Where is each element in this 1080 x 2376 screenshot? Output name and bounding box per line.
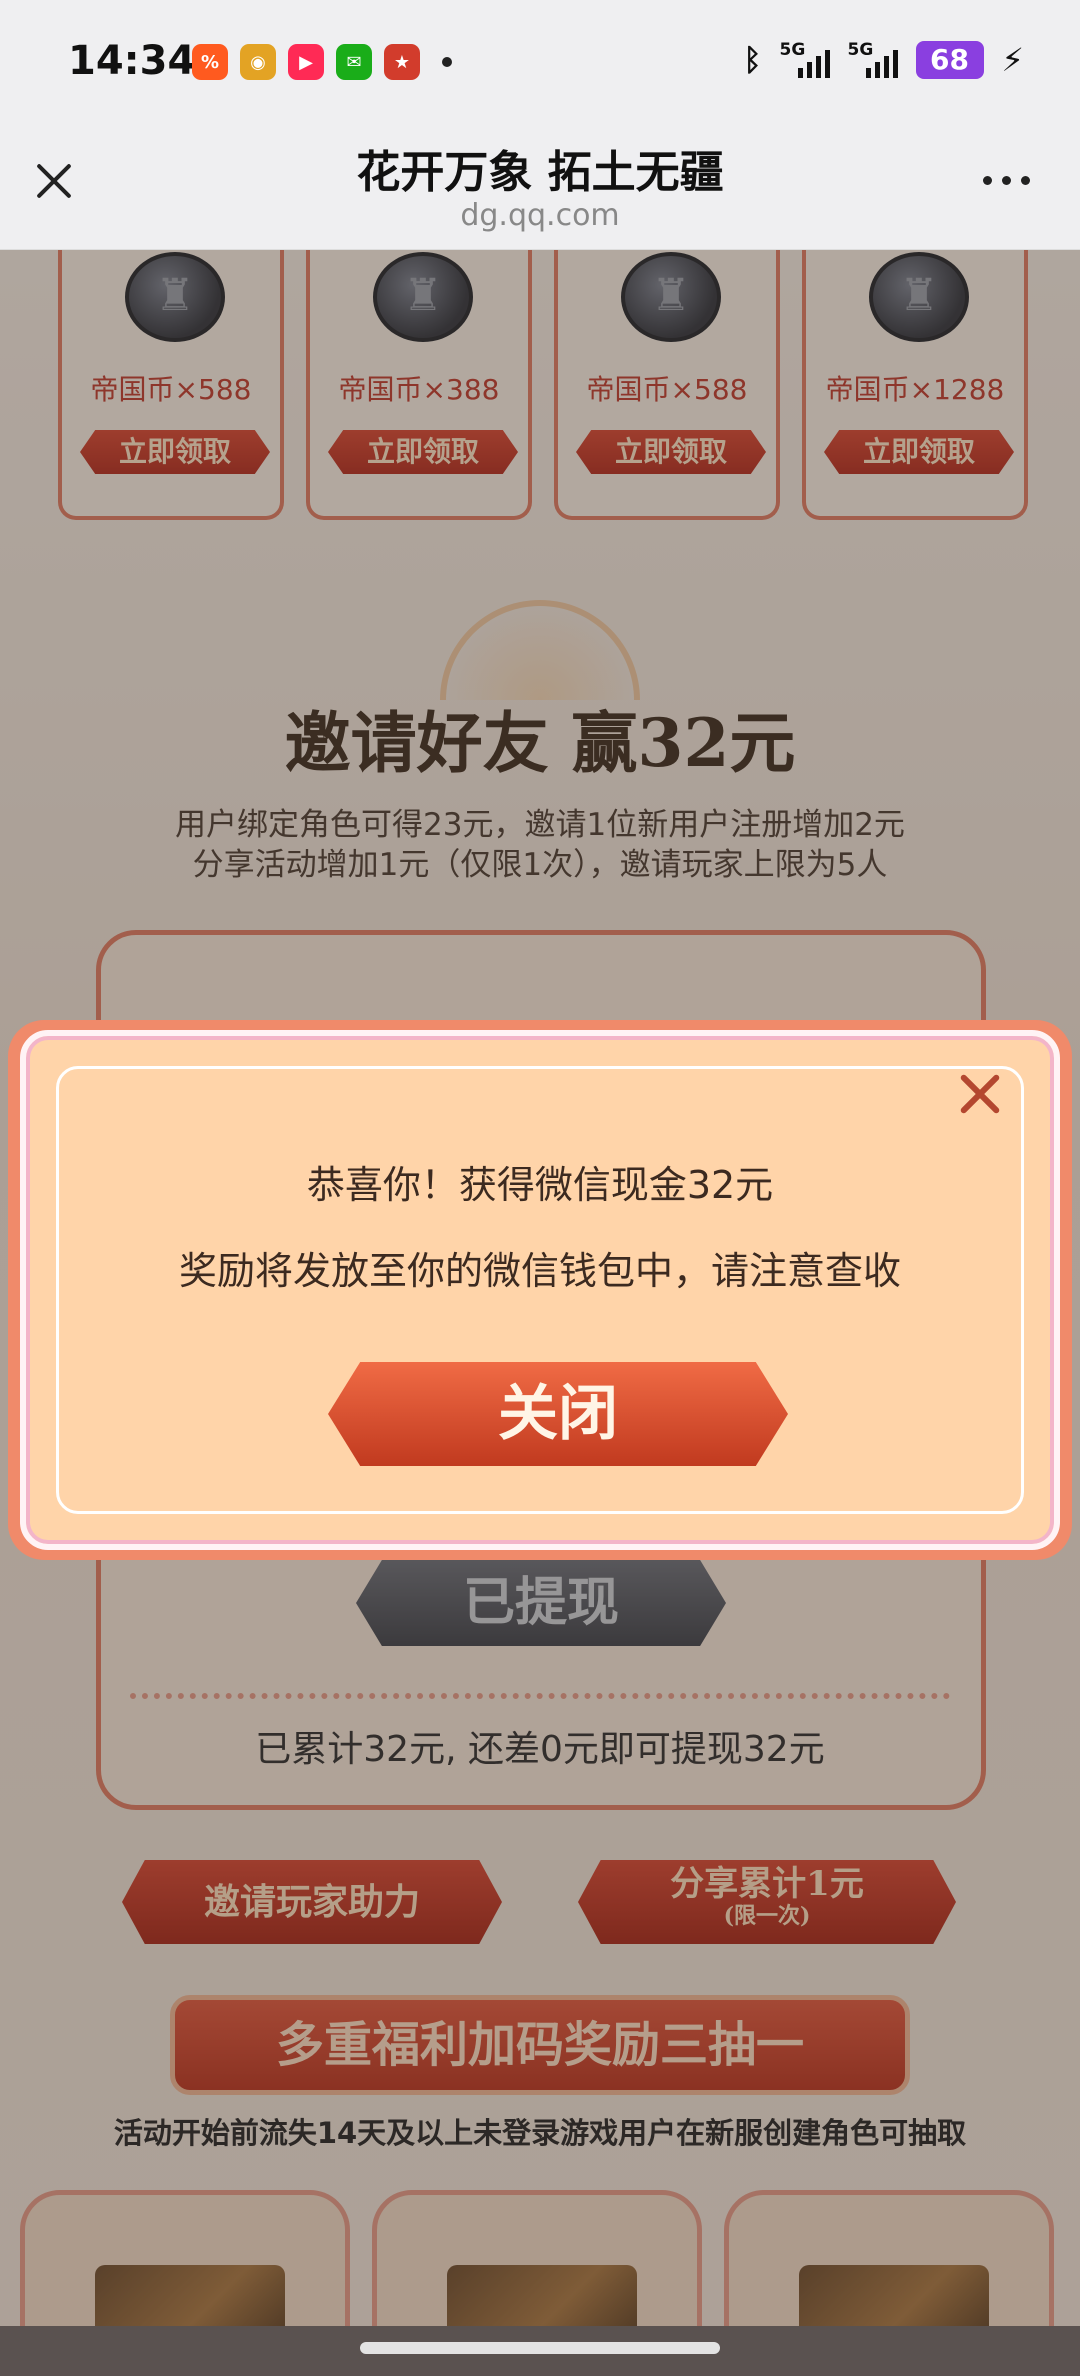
more-notifications-dot bbox=[442, 57, 452, 67]
charging-icon: ⚡ bbox=[1001, 41, 1024, 79]
signal-icon: 5G bbox=[848, 40, 898, 80]
game-icon: ★ bbox=[384, 44, 420, 80]
modal-congrats-text: 恭喜你！获得微信现金32元 bbox=[306, 1163, 774, 1207]
status-indicators: ᛒ 5G 5G 68 ⚡ bbox=[744, 40, 1024, 80]
battery-level: 68 bbox=[915, 41, 984, 79]
page-title: 花开万象 拓土无疆 bbox=[356, 147, 724, 198]
bluetooth-icon: ᛒ bbox=[743, 42, 762, 78]
status-time: 14:34 bbox=[68, 38, 196, 84]
modal-body: 恭喜你！获得微信现金32元 奖励将发放至你的微信钱包中，请注意查收 关闭 bbox=[20, 1030, 1060, 1550]
browser-title-bar: 花开万象 拓土无疆 dg.qq.com bbox=[0, 126, 1080, 250]
modal-close-icon[interactable] bbox=[950, 1064, 1010, 1124]
modal-close-button[interactable]: 关闭 bbox=[328, 1362, 788, 1466]
page-url: dg.qq.com bbox=[460, 198, 620, 233]
notification-icons: % ◉ ▶ ✉ ★ bbox=[192, 44, 452, 80]
status-bar: 14:34 % ◉ ▶ ✉ ★ ᛒ 5G 5G 68 ⚡ bbox=[0, 0, 1080, 126]
weibo-icon: ◉ bbox=[240, 44, 276, 80]
modal-info-text: 奖励将发放至你的微信钱包中，请注意查收 bbox=[178, 1249, 901, 1293]
more-options-icon[interactable] bbox=[983, 176, 1030, 185]
reward-modal: 恭喜你！获得微信现金32元 奖励将发放至你的微信钱包中，请注意查收 关闭 bbox=[8, 1020, 1072, 1560]
wechat-icon: ✉ bbox=[336, 44, 372, 80]
video-icon: ▶ bbox=[288, 44, 324, 80]
home-indicator[interactable] bbox=[360, 2342, 720, 2354]
signal-icon: 5G bbox=[780, 40, 830, 80]
taobao-icon: % bbox=[192, 44, 228, 80]
